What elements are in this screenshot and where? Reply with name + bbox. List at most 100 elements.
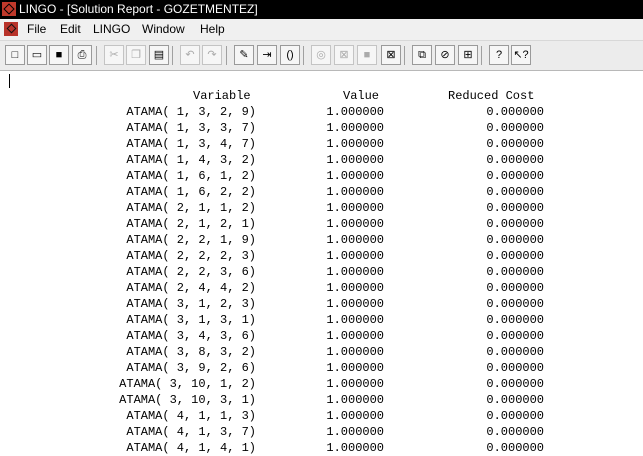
text-caret <box>9 74 10 88</box>
reduced-cost-cell: 0.000000 <box>486 169 544 183</box>
variable-cell: ATAMA( 2, 2, 2, 3) <box>126 249 256 263</box>
header-variable: Variable <box>193 89 251 103</box>
find-icon[interactable]: ✎ <box>234 45 254 65</box>
toolbar-separator <box>226 46 227 65</box>
report-row: ATAMA( 1, 3, 2, 9) 1.000000 0.000000 <box>0 104 643 120</box>
reduced-cost-cell: 0.000000 <box>486 345 544 359</box>
tile-icon[interactable]: ⊞ <box>458 45 478 65</box>
header-reduced-cost: Reduced Cost <box>448 89 535 103</box>
reduced-cost-cell: 0.000000 <box>486 329 544 343</box>
variable-cell: ATAMA( 2, 1, 1, 2) <box>126 201 256 215</box>
value-cell: 1.000000 <box>326 361 384 375</box>
value-cell: 1.000000 <box>326 233 384 247</box>
reduced-cost-cell: 0.000000 <box>486 137 544 151</box>
report-row: ATAMA( 3, 1, 2, 3) 1.000000 0.000000 <box>0 296 643 312</box>
toolbar-separator <box>172 46 173 65</box>
value-cell: 1.000000 <box>326 153 384 167</box>
variable-cell: ATAMA( 1, 6, 2, 2) <box>126 185 256 199</box>
title-bar: LINGO - [Solution Report - GOZETMENTEZ] <box>0 0 643 19</box>
value-cell: 1.000000 <box>326 329 384 343</box>
cut-icon[interactable]: ✂ <box>104 45 124 65</box>
variable-cell: ATAMA( 3, 1, 2, 3) <box>126 297 256 311</box>
help-icon[interactable]: ? <box>489 45 509 65</box>
variable-cell: ATAMA( 3, 8, 3, 2) <box>126 345 256 359</box>
variable-cell: ATAMA( 2, 4, 4, 2) <box>126 281 256 295</box>
reduced-cost-cell: 0.000000 <box>486 233 544 247</box>
stop-icon[interactable]: ■ <box>357 45 377 65</box>
variable-cell: ATAMA( 4, 1, 3, 7) <box>126 425 256 439</box>
menu-edit[interactable]: Edit <box>60 19 81 40</box>
value-cell: 1.000000 <box>326 201 384 215</box>
report-row: ATAMA( 4, 1, 1, 3) 1.000000 0.000000 <box>0 408 643 424</box>
variable-cell: ATAMA( 2, 2, 1, 9) <box>126 233 256 247</box>
window-title: LINGO - [Solution Report - GOZETMENTEZ] <box>19 2 258 16</box>
reduced-cost-cell: 0.000000 <box>486 121 544 135</box>
lingo-app-icon[interactable] <box>2 2 16 16</box>
value-cell: 1.000000 <box>326 345 384 359</box>
report-row: ATAMA( 2, 2, 2, 3) 1.000000 0.000000 <box>0 248 643 264</box>
value-cell: 1.000000 <box>326 281 384 295</box>
report-row: ATAMA( 2, 2, 3, 6) 1.000000 0.000000 <box>0 264 643 280</box>
value-cell: 1.000000 <box>326 185 384 199</box>
save-icon[interactable]: ■ <box>49 45 69 65</box>
close-window-icon[interactable]: ⊘ <box>435 45 455 65</box>
new-file-icon[interactable]: □ <box>5 45 25 65</box>
reduced-cost-cell: 0.000000 <box>486 441 544 455</box>
paste-icon[interactable]: ▤ <box>149 45 169 65</box>
value-cell: 1.000000 <box>326 169 384 183</box>
toolbar-separator <box>96 46 97 65</box>
variable-cell: ATAMA( 1, 4, 3, 2) <box>126 153 256 167</box>
value-cell: 1.000000 <box>326 377 384 391</box>
document-window-icon[interactable] <box>4 22 18 36</box>
open-folder-icon[interactable]: ▭ <box>27 45 47 65</box>
reduced-cost-cell: 0.000000 <box>486 249 544 263</box>
toolbar: □ ▭ ■ ⎙ ✂ ❐ ▤ ↶ ↷ ✎ ⇥() ◎ ⊠ ■ ⊠ ⧉ ⊘ ⊞? ↖? <box>0 41 643 71</box>
menu-help[interactable]: Help <box>200 19 225 40</box>
goto-line-icon[interactable]: ⇥ <box>257 45 277 65</box>
reduced-cost-cell: 0.000000 <box>486 377 544 391</box>
reduced-cost-cell: 0.000000 <box>486 313 544 327</box>
header-value: Value <box>343 89 380 103</box>
solution-report[interactable]: Variable Value Reduced Cost ATAMA( 1, 3,… <box>0 71 643 455</box>
variable-cell: ATAMA( 4, 1, 4, 1) <box>126 441 256 455</box>
variable-cell: ATAMA( 1, 3, 2, 9) <box>126 105 256 119</box>
report-row: ATAMA( 4, 1, 4, 1) 1.000000 0.000000 <box>0 440 643 456</box>
value-cell: 1.000000 <box>326 265 384 279</box>
menu-bar: File Edit LINGO Window Help <box>0 19 643 41</box>
report-row: ATAMA( 2, 4, 4, 2) 1.000000 0.000000 <box>0 280 643 296</box>
report-row: ATAMA( 1, 4, 3, 2) 1.000000 0.000000 <box>0 152 643 168</box>
variable-cell: ATAMA( 3, 1, 3, 1) <box>126 313 256 327</box>
report-row: ATAMA( 1, 6, 1, 2) 1.000000 0.000000 <box>0 168 643 184</box>
context-help-icon[interactable]: ↖? <box>511 45 531 65</box>
send-to-back-icon[interactable]: ⧉ <box>412 45 432 65</box>
report-row: ATAMA( 1, 6, 2, 2) 1.000000 0.000000 <box>0 184 643 200</box>
report-row: ATAMA( 3, 1, 3, 1) 1.000000 0.000000 <box>0 312 643 328</box>
solve-icon[interactable]: ◎ <box>311 45 331 65</box>
report-row: ATAMA( 2, 1, 1, 2) 1.000000 0.000000 <box>0 200 643 216</box>
value-cell: 1.000000 <box>326 217 384 231</box>
print-icon[interactable]: ⎙ <box>72 45 92 65</box>
value-cell: 1.000000 <box>326 249 384 263</box>
undo-icon[interactable]: ↶ <box>180 45 200 65</box>
match-parenthesis-icon[interactable]: () <box>280 45 300 65</box>
report-row: ATAMA( 3, 9, 2, 6) 1.000000 0.000000 <box>0 360 643 376</box>
reduced-cost-cell: 0.000000 <box>486 265 544 279</box>
menu-lingo[interactable]: LINGO <box>93 19 130 40</box>
solution-icon[interactable]: ⊠ <box>334 45 354 65</box>
copy-icon[interactable]: ❐ <box>126 45 146 65</box>
report-row: ATAMA( 3, 4, 3, 6) 1.000000 0.000000 <box>0 328 643 344</box>
variable-cell: ATAMA( 3, 9, 2, 6) <box>126 361 256 375</box>
value-cell: 1.000000 <box>326 313 384 327</box>
close-all-icon[interactable]: ⊠ <box>381 45 401 65</box>
value-cell: 1.000000 <box>326 393 384 407</box>
reduced-cost-cell: 0.000000 <box>486 153 544 167</box>
menu-file[interactable]: File <box>27 19 46 40</box>
report-row: ATAMA( 2, 2, 1, 9) 1.000000 0.000000 <box>0 232 643 248</box>
report-row: ATAMA( 3, 10, 1, 2) 1.000000 0.000000 <box>0 376 643 392</box>
variable-cell: ATAMA( 1, 3, 3, 7) <box>126 121 256 135</box>
toolbar-separator <box>481 46 482 65</box>
redo-icon[interactable]: ↷ <box>202 45 222 65</box>
variable-cell: ATAMA( 4, 1, 1, 3) <box>126 409 256 423</box>
report-row: ATAMA( 1, 3, 3, 7) 1.000000 0.000000 <box>0 120 643 136</box>
menu-window[interactable]: Window <box>142 19 185 40</box>
